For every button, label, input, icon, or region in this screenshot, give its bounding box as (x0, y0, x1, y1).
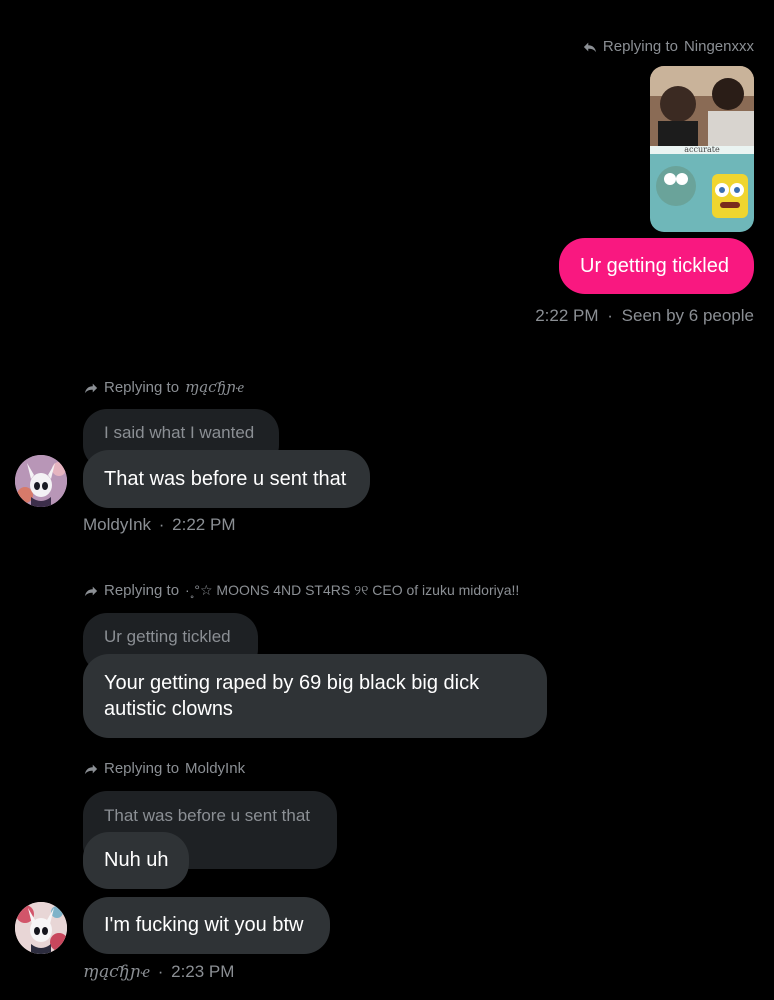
author-name[interactable]: MoldyInk (83, 515, 151, 534)
message-text-line-1: Your getting raped by 69 big black big d… (104, 672, 480, 694)
own-message-bubble[interactable]: Ur getting tickled (559, 238, 754, 294)
message-text: I'm fucking wit you btw (104, 914, 304, 936)
own-message-text: Ur getting tickled (580, 255, 729, 277)
message-bubble-1[interactable]: That was before u sent that (83, 450, 370, 508)
message-bubble-2[interactable]: Your getting raped by 69 big black big d… (83, 654, 547, 738)
reply-prefix: Replying to (602, 38, 678, 55)
meta-separator: · (158, 515, 165, 534)
message-time: 2:22 PM (172, 515, 236, 534)
reply-prefix: Replying to (104, 760, 180, 777)
avatar-moldyink[interactable] (15, 455, 67, 507)
message-text: That was before u sent that (104, 468, 347, 490)
message-text: Nuh uh (104, 849, 169, 871)
attached-meme-image[interactable]: accurate (650, 66, 754, 232)
reply-prefix: Replying to (104, 582, 180, 599)
share-arrow-icon (84, 764, 98, 774)
reply-target[interactable]: MoldyInk (185, 760, 245, 777)
reply-indicator-3: Replying to MoldyInk (84, 760, 245, 777)
message-bubble-3a[interactable]: Nuh uh (83, 832, 189, 889)
reply-target[interactable]: ·˳°☆ MOONS 4ND ST4RS ୨୧ CEO of izuku mid… (185, 582, 519, 599)
own-message-meta: 2:22 PM · Seen by 6 people (535, 306, 754, 326)
quoted-text: That was before u sent that (104, 806, 311, 825)
avatar-machine[interactable] (15, 902, 67, 954)
author-name[interactable]: ɱąƈɧɲҽ (83, 962, 150, 982)
reply-indicator-own: Replying to Ningenxxx (583, 38, 754, 55)
share-arrow-icon (84, 383, 98, 393)
reply-target[interactable]: Ningenxxx (684, 38, 754, 55)
share-arrow-icon (84, 586, 98, 596)
reply-target[interactable]: ɱąƈɧɲҽ (185, 378, 244, 397)
hollow-knight-avatar-icon (15, 902, 67, 954)
message-bubble-3b[interactable]: I'm fucking wit you btw (83, 897, 330, 954)
seen-status[interactable]: Seen by 6 people (622, 306, 754, 325)
meta-separator: · (607, 306, 613, 325)
quoted-text: I said what I wanted (104, 423, 255, 442)
message-meta-1: MoldyInk · 2:22 PM (83, 515, 235, 535)
meta-separator: · (157, 962, 164, 981)
reply-arrow-icon (583, 42, 597, 52)
hollow-knight-avatar-icon (15, 455, 67, 507)
meme-caption: accurate (684, 145, 720, 154)
reply-indicator-2: Replying to ·˳°☆ MOONS 4ND ST4RS ୨୧ CEO … (84, 582, 519, 599)
message-time: 2:23 PM (171, 962, 235, 981)
quoted-text: Ur getting tickled (104, 627, 231, 646)
own-message-time: 2:22 PM (535, 306, 599, 325)
reply-prefix: Replying to (104, 379, 180, 396)
message-meta-3: ɱąƈɧɲҽ · 2:23 PM (83, 962, 234, 982)
message-text-line-2: autistic clowns (104, 698, 233, 720)
reply-indicator-1: Replying to ɱąƈɧɲҽ (84, 378, 244, 397)
